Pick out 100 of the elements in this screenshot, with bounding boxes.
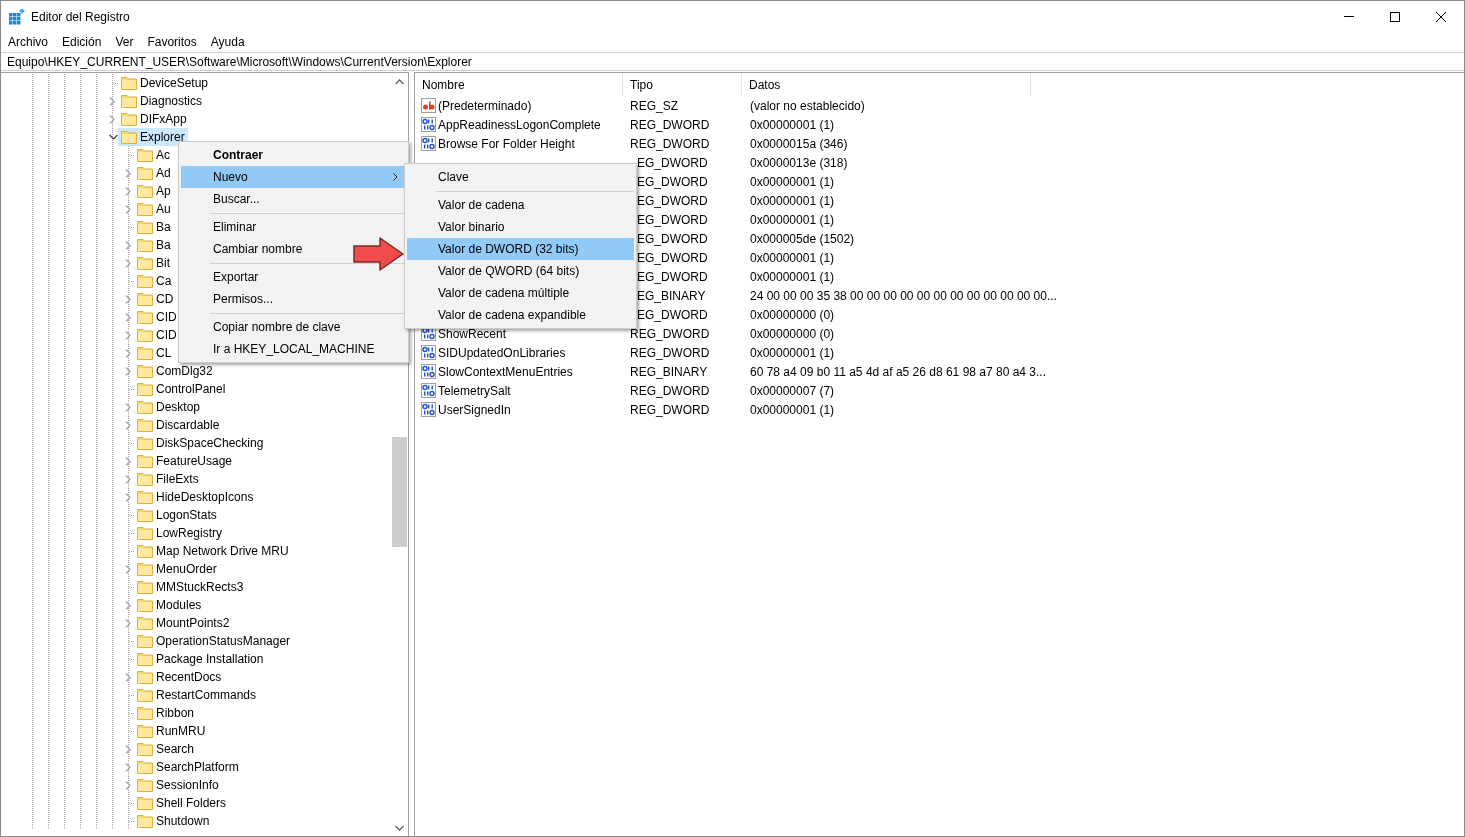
tree-item[interactable]: FileExts xyxy=(134,470,202,488)
folder-icon xyxy=(137,652,153,666)
chevron-right-icon[interactable] xyxy=(125,294,131,304)
menu-item[interactable]: Valor de cadena xyxy=(407,194,525,216)
menu-bar-item[interactable]: Ver xyxy=(108,34,141,49)
menu-item[interactable]: Eliminar xyxy=(181,216,257,238)
tree-item[interactable]: RunMRU xyxy=(134,722,209,740)
menu-item[interactable]: Valor de cadena múltiple xyxy=(407,282,570,304)
tree-item[interactable]: LowRegistry xyxy=(134,524,226,542)
tree-item[interactable]: Package Installation xyxy=(134,650,267,668)
tree-item[interactable]: DeviceSetup xyxy=(118,74,212,92)
tree-item[interactable]: Modules xyxy=(134,596,205,614)
menu-item[interactable]: Ir a HKEY_LOCAL_MACHINE xyxy=(181,338,375,360)
chevron-right-icon[interactable] xyxy=(125,474,131,484)
tree-item[interactable]: Ribbon xyxy=(134,704,198,722)
tree-item[interactable]: SearchPlatform xyxy=(134,758,242,776)
value-data: 60 78 a4 09 b0 11 a5 4d af a5 26 d8 61 98 a7 80 a4 3... xyxy=(750,364,1047,379)
tree-item[interactable]: Ac xyxy=(134,146,173,164)
folder-icon xyxy=(137,562,153,576)
chevron-right-icon[interactable] xyxy=(125,366,131,376)
chevron-down-icon[interactable] xyxy=(109,134,118,140)
address-field[interactable]: Equipo\HKEY_CURRENT_USER\Software\Microsoft\Windows\CurrentVersion\Explorer xyxy=(1,52,1464,71)
menu-bar-item[interactable]: Edición xyxy=(55,34,109,49)
column-header[interactable]: Nombre xyxy=(415,73,623,96)
chevron-right-icon[interactable] xyxy=(125,762,131,772)
column-header[interactable]: Datos xyxy=(742,73,1031,96)
chevron-right-icon[interactable] xyxy=(109,96,115,106)
tree-item[interactable]: ControlPanel xyxy=(134,380,229,398)
tree-item[interactable]: Discardable xyxy=(134,416,223,434)
tree-item[interactable]: Shutdown xyxy=(134,812,213,830)
value-data: 0x00000001 (1) xyxy=(750,117,835,132)
menu-item[interactable]: Contraer xyxy=(181,144,263,166)
chevron-right-icon[interactable] xyxy=(125,258,131,268)
tree-item[interactable]: CID xyxy=(134,326,180,344)
tree-item[interactable]: Ba xyxy=(134,218,174,236)
tree-item[interactable]: HideDesktopIcons xyxy=(134,488,257,506)
tree-item[interactable]: MenuOrder xyxy=(134,560,220,578)
chevron-right-icon[interactable] xyxy=(125,456,131,466)
chevron-right-icon[interactable] xyxy=(125,186,131,196)
menu-item[interactable]: Valor de cadena expandible xyxy=(407,304,586,326)
menu-item[interactable]: Valor binario xyxy=(407,216,505,238)
chevron-right-icon[interactable] xyxy=(125,240,131,250)
tree-item[interactable]: Map Network Drive MRU xyxy=(134,542,292,560)
tree-item[interactable]: Shell Folders xyxy=(134,794,230,812)
tree-item[interactable]: LogonStats xyxy=(134,506,220,524)
tree-item[interactable]: RecentDocs xyxy=(134,668,225,686)
tree-item[interactable]: Ad xyxy=(134,164,174,182)
column-header[interactable]: Tipo xyxy=(623,73,742,96)
menu-item[interactable]: Nuevo xyxy=(181,166,406,188)
scrollbar-thumb[interactable] xyxy=(392,437,407,547)
menu-item[interactable]: Cambiar nombre xyxy=(181,238,303,260)
tree-item[interactable]: RestartCommands xyxy=(134,686,260,704)
chevron-right-icon[interactable] xyxy=(125,330,131,340)
tree-item[interactable]: Ca xyxy=(134,272,175,290)
chevron-right-icon[interactable] xyxy=(125,744,131,754)
chevron-right-icon[interactable] xyxy=(125,402,131,412)
tree-item[interactable]: FeatureUsage xyxy=(134,452,236,470)
tree-item[interactable]: OperationStatusManager xyxy=(134,632,294,650)
string-value-icon xyxy=(421,97,437,114)
chevron-right-icon[interactable] xyxy=(125,204,131,214)
tree-item[interactable]: CD xyxy=(134,290,177,308)
tree-item[interactable]: MountPoints2 xyxy=(134,614,233,632)
chevron-right-icon[interactable] xyxy=(125,492,131,502)
chevron-right-icon[interactable] xyxy=(125,312,131,322)
menu-item[interactable]: Copiar nombre de clave xyxy=(181,316,341,338)
menu-item[interactable]: Valor de DWORD (32 bits) xyxy=(407,238,634,260)
menu-item[interactable]: Permisos... xyxy=(181,288,273,310)
tree-item[interactable]: CID xyxy=(134,308,180,326)
menu-item[interactable]: Buscar... xyxy=(181,188,260,210)
menu-item[interactable]: Valor de QWORD (64 bits) xyxy=(407,260,580,282)
menu-item[interactable]: Exportar xyxy=(181,266,259,288)
tree-item[interactable]: Search xyxy=(134,740,198,758)
tree-item[interactable]: MMStuckRects3 xyxy=(134,578,247,596)
menu-item[interactable]: Clave xyxy=(407,166,469,188)
tree-item[interactable]: Explorer xyxy=(118,128,188,146)
tree-item[interactable]: SessionInfo xyxy=(134,776,222,794)
tree-item[interactable]: ComDlg32 xyxy=(134,362,216,380)
menu-bar-item[interactable]: Archivo xyxy=(1,34,55,49)
tree-item[interactable]: Bit xyxy=(134,254,173,272)
chevron-right-icon[interactable] xyxy=(125,564,131,574)
chevron-right-icon[interactable] xyxy=(125,618,131,628)
chevron-right-icon[interactable] xyxy=(125,780,131,790)
menu-bar-item[interactable]: Favoritos xyxy=(140,34,204,49)
chevron-right-icon[interactable] xyxy=(125,420,131,430)
tree-item[interactable]: Ba xyxy=(134,236,174,254)
chevron-right-icon[interactable] xyxy=(109,114,115,124)
chevron-right-icon[interactable] xyxy=(125,168,131,178)
tree-item[interactable]: Ap xyxy=(134,182,174,200)
menu-bar-item[interactable]: Ayuda xyxy=(203,34,252,49)
chevron-right-icon[interactable] xyxy=(125,672,131,682)
chevron-right-icon[interactable] xyxy=(125,600,131,610)
tree-item[interactable]: Desktop xyxy=(134,398,204,416)
chevron-right-icon[interactable] xyxy=(125,348,131,358)
tree-item[interactable]: Diagnostics xyxy=(118,92,206,110)
tree-item[interactable]: DiskSpaceChecking xyxy=(134,434,267,452)
tree-item[interactable]: Au xyxy=(134,200,174,218)
tree-item[interactable]: CL xyxy=(134,344,175,362)
value-data: 0x0000015a (346) xyxy=(750,136,848,151)
value-data: 0x00000001 (1) xyxy=(750,345,835,360)
tree-item[interactable]: DIFxApp xyxy=(118,110,190,128)
